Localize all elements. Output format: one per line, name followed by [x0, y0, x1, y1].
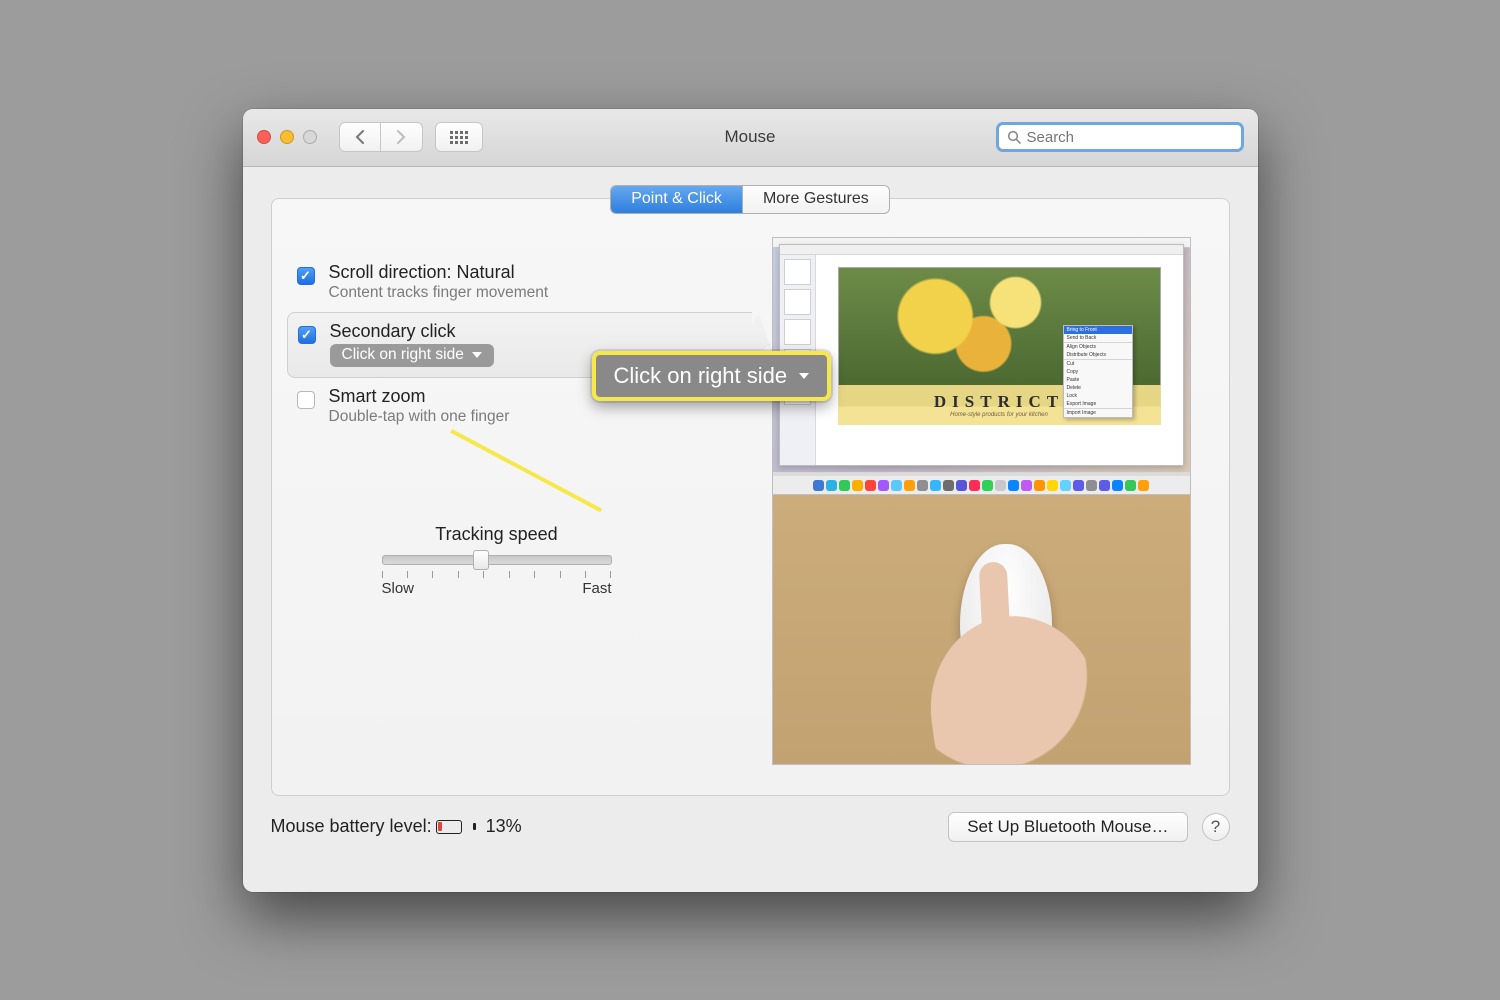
help-button[interactable]: ? [1202, 813, 1230, 841]
zoom-window-button[interactable] [303, 130, 317, 144]
search-field[interactable] [996, 122, 1244, 152]
footer: Mouse battery level: 13% Set Up Bluetoot… [243, 796, 1258, 862]
slider-ticks [382, 571, 612, 578]
preview-app-toolbar [780, 245, 1183, 255]
window-controls [257, 130, 317, 144]
nav-buttons [339, 122, 423, 152]
dropdown-value: Click on right side [342, 346, 464, 364]
option-smart-zoom[interactable]: Smart zoom Double-tap with one finger [287, 378, 752, 436]
preview-dock [773, 476, 1190, 494]
slider-labels: Slow Fast [382, 580, 612, 597]
tracking-speed-section: Tracking speed Slow Fast [382, 524, 612, 597]
battery-percent: 13% [486, 816, 522, 837]
search-input[interactable] [1027, 129, 1233, 146]
battery-icon [436, 820, 462, 834]
chevron-left-icon [355, 130, 365, 144]
chevron-right-icon [396, 130, 406, 144]
option-title: Scroll direction: Natural [329, 262, 549, 283]
fast-label: Fast [582, 580, 611, 597]
tracking-speed-slider[interactable] [382, 555, 612, 565]
close-window-button[interactable] [257, 130, 271, 144]
option-subtitle: Content tracks finger movement [329, 284, 549, 302]
forward-button[interactable] [381, 122, 423, 152]
option-scroll-direction[interactable]: Scroll direction: Natural Content tracks… [287, 254, 752, 312]
slider-knob[interactable] [473, 550, 489, 570]
preview-desk [772, 495, 1191, 764]
preview-screen: DISTRICT Home-style products for your ki… [772, 237, 1191, 496]
setup-bluetooth-button[interactable]: Set Up Bluetooth Mouse… [948, 812, 1187, 842]
options-list: Scroll direction: Natural Content tracks… [272, 199, 762, 795]
tracking-speed-label: Tracking speed [382, 524, 612, 545]
preferences-window: Mouse Point & Click More Gestures Scroll… [243, 109, 1258, 892]
preview-context-menu: Bring to FrontSend to BackAlign ObjectsD… [1063, 325, 1133, 418]
battery-label: Mouse battery level: [271, 816, 432, 837]
settings-panel: Scroll direction: Natural Content tracks… [271, 198, 1230, 796]
slow-label: Slow [382, 580, 415, 597]
checkbox-scroll-direction[interactable] [297, 267, 315, 285]
secondary-click-dropdown[interactable]: Click on right side [330, 344, 494, 367]
tab-more-gestures[interactable]: More Gestures [742, 186, 889, 213]
checkbox-secondary-click[interactable] [298, 326, 316, 344]
battery-indicator: 13% [436, 816, 522, 837]
titlebar: Mouse [243, 109, 1258, 167]
preview-hand [919, 605, 1114, 764]
tab-point-and-click[interactable]: Point & Click [611, 186, 742, 213]
segmented-control: Point & Click More Gestures [610, 185, 890, 214]
tab-bar: Point & Click More Gestures [243, 185, 1258, 214]
option-title: Smart zoom [329, 386, 510, 407]
back-button[interactable] [339, 122, 381, 152]
chevron-down-icon [472, 352, 482, 358]
grid-icon [450, 131, 468, 144]
checkbox-smart-zoom[interactable] [297, 391, 315, 409]
show-all-button[interactable] [435, 122, 483, 152]
option-subtitle: Double-tap with one finger [329, 408, 510, 426]
option-title: Secondary click [330, 321, 494, 342]
minimize-window-button[interactable] [280, 130, 294, 144]
option-secondary-click[interactable]: Secondary click Click on right side [287, 312, 752, 378]
search-icon [1007, 130, 1021, 144]
gesture-preview: DISTRICT Home-style products for your ki… [772, 237, 1191, 765]
